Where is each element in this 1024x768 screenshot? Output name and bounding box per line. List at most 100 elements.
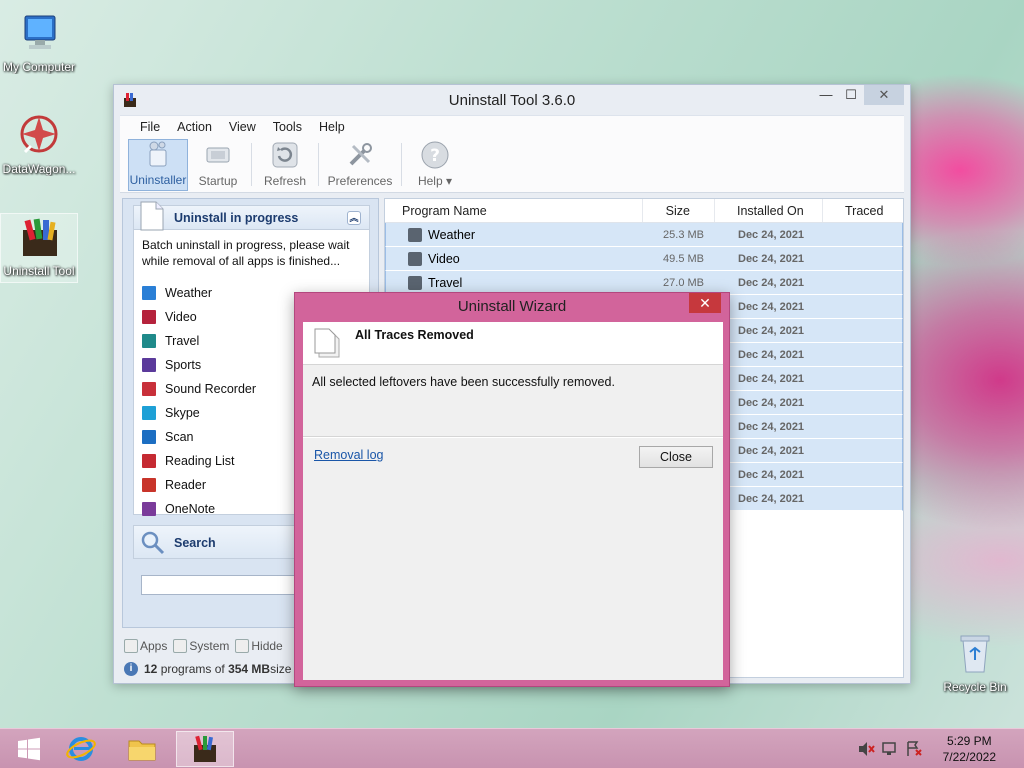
recycle-bin-icon bbox=[951, 630, 999, 678]
filter-row: Apps System Hidde bbox=[124, 636, 289, 656]
maximize-button[interactable]: ☐ bbox=[837, 85, 865, 105]
network-icon[interactable] bbox=[881, 740, 899, 758]
collapse-icon[interactable]: ︽ bbox=[347, 211, 361, 225]
app-name: OneNote bbox=[165, 502, 216, 516]
program-name: Weather bbox=[428, 227, 476, 242]
volume-muted-icon[interactable] bbox=[857, 740, 875, 758]
column-size[interactable]: Size bbox=[643, 199, 715, 222]
taskbar: 5:29 PM 7/22/2022 bbox=[0, 728, 1024, 768]
installed-on-cell: Dec 24, 2021 bbox=[738, 276, 805, 289]
desktop-icon-label: Uninstall Tool bbox=[3, 264, 75, 278]
document-icon bbox=[311, 327, 343, 359]
app-name: Skype bbox=[165, 406, 200, 420]
uninstaller-button[interactable]: Uninstaller bbox=[128, 139, 188, 191]
apps-icon bbox=[124, 639, 138, 653]
installed-on-cell: Dec 24, 2021 bbox=[738, 252, 805, 265]
filter-apps[interactable]: Apps bbox=[124, 639, 167, 653]
installed-on-cell: Dec 24, 2021 bbox=[738, 324, 805, 337]
toolbar-label: Help ▾ bbox=[417, 174, 453, 188]
menu-file[interactable]: File bbox=[140, 120, 160, 134]
dialog-body: All Traces Removed All selected leftover… bbox=[303, 322, 723, 680]
column-program-name[interactable]: Program Name bbox=[385, 199, 643, 222]
progress-title: Uninstall in progress bbox=[174, 211, 299, 225]
clock[interactable]: 5:29 PM 7/22/2022 bbox=[943, 733, 996, 765]
sports-icon bbox=[142, 358, 156, 372]
travel-icon bbox=[142, 334, 156, 348]
status-tail: size bbox=[270, 662, 292, 676]
filter-system[interactable]: System bbox=[173, 639, 229, 653]
app-name: Reading List bbox=[165, 454, 235, 468]
file-explorer-button[interactable] bbox=[113, 731, 171, 767]
dialog-close-button[interactable]: ✕ bbox=[689, 293, 721, 313]
status-bar: i 12 programs of 354 MB size bbox=[124, 660, 291, 678]
menu-action[interactable]: Action bbox=[177, 120, 212, 134]
program-name-cell: Video bbox=[386, 251, 644, 266]
progress-panel-header: Uninstall in progress ︽ bbox=[134, 201, 369, 231]
app-name: Sports bbox=[165, 358, 202, 372]
app-name: Reader bbox=[165, 478, 206, 492]
size-cell: 27.0 MB bbox=[663, 276, 704, 289]
minimize-button[interactable]: — bbox=[812, 85, 840, 105]
preferences-icon bbox=[344, 139, 376, 171]
desktop-icon-my-computer[interactable]: My Computer bbox=[0, 10, 78, 74]
close-button[interactable]: Close bbox=[639, 446, 713, 468]
startup-button[interactable]: Startup bbox=[188, 139, 248, 191]
help-button[interactable]: ? Help ▾ bbox=[405, 139, 465, 191]
desktop-icon-uninstall-tool[interactable]: Uninstall Tool bbox=[0, 213, 78, 283]
action-center-icon[interactable] bbox=[905, 740, 923, 758]
app-name: Sound Recorder bbox=[165, 382, 257, 396]
search-icon bbox=[140, 530, 166, 556]
size-cell: 25.3 MB bbox=[663, 228, 704, 241]
uninstaller-icon bbox=[142, 138, 174, 170]
uninstall-tool-taskbar-button[interactable] bbox=[176, 731, 234, 767]
preferences-button[interactable]: Preferences bbox=[322, 139, 398, 191]
dialog-actions: Removal log Close bbox=[303, 437, 723, 471]
column-traced[interactable]: Traced bbox=[823, 199, 903, 222]
desktop-icon-datawagon[interactable]: DataWagon... bbox=[0, 112, 78, 176]
installed-on-cell: Dec 24, 2021 bbox=[738, 396, 805, 409]
installed-on-cell: Dec 24, 2021 bbox=[738, 228, 805, 241]
filter-hidden[interactable]: Hidde bbox=[235, 639, 283, 653]
installed-on-cell: Dec 24, 2021 bbox=[738, 492, 805, 505]
system-tray: 5:29 PM 7/22/2022 bbox=[857, 729, 1024, 768]
table-row[interactable]: Video 49.5 MB Dec 24, 2021 bbox=[385, 247, 903, 271]
dialog-message: All selected leftovers have been success… bbox=[303, 365, 723, 437]
start-button[interactable] bbox=[0, 731, 58, 767]
progress-text: Batch uninstall in progress, please wait… bbox=[142, 238, 350, 268]
total-size: 354 MB bbox=[228, 662, 271, 676]
toolbar-separator bbox=[251, 143, 252, 186]
toolbar-label: Refresh bbox=[263, 174, 307, 188]
desktop-icon-label: DataWagon... bbox=[2, 162, 76, 176]
info-icon: i bbox=[124, 662, 138, 676]
dialog-heading: All Traces Removed bbox=[355, 328, 474, 342]
help-icon: ? bbox=[419, 139, 451, 171]
table-row[interactable]: Weather 25.3 MB Dec 24, 2021 bbox=[385, 223, 903, 247]
program-name-cell: Travel bbox=[386, 275, 644, 290]
menu-tools[interactable]: Tools bbox=[273, 120, 302, 134]
toolbar: Uninstaller Startup Refresh Preferences … bbox=[120, 137, 904, 193]
internet-explorer-button[interactable] bbox=[52, 731, 110, 767]
datawagon-icon bbox=[15, 112, 63, 160]
hidden-icon bbox=[235, 639, 250, 653]
column-installed-on[interactable]: Installed On bbox=[715, 199, 823, 222]
menu-view[interactable]: View bbox=[229, 120, 256, 134]
dialog-title[interactable]: Uninstall Wizard ✕ bbox=[295, 293, 729, 321]
computer-icon bbox=[15, 10, 63, 58]
filter-label: System bbox=[189, 639, 230, 653]
refresh-button[interactable]: Refresh bbox=[255, 139, 315, 191]
dialog-title-text: Uninstall Wizard bbox=[457, 298, 567, 315]
menu-help[interactable]: Help bbox=[319, 120, 345, 134]
windows-icon bbox=[18, 737, 40, 761]
refresh-icon bbox=[269, 139, 301, 171]
scan-icon bbox=[142, 430, 156, 444]
desktop-icon-recycle-bin[interactable]: Recycle Bin bbox=[936, 630, 1014, 694]
svg-text:?: ? bbox=[430, 146, 440, 166]
uninstall-tool-icon bbox=[194, 735, 216, 762]
window-close-button[interactable]: ✕ bbox=[864, 85, 904, 105]
document-icon bbox=[138, 200, 166, 232]
window-titlebar[interactable]: Uninstall Tool 3.6.0 — ☐ ✕ bbox=[114, 85, 910, 115]
toolbar-separator bbox=[318, 143, 319, 186]
removal-log-link[interactable]: Removal log bbox=[314, 448, 383, 462]
dialog-header: All Traces Removed bbox=[303, 322, 723, 365]
filter-label: Hidde bbox=[251, 639, 283, 653]
